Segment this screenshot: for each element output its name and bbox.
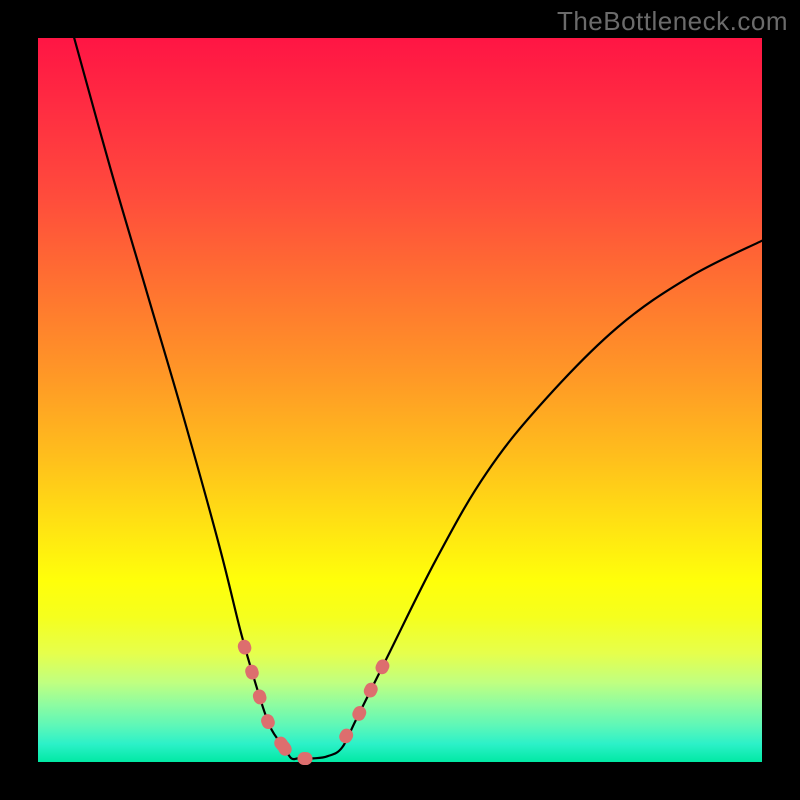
highlight-segment: [346, 653, 389, 736]
chart-frame: TheBottleneck.com: [0, 0, 800, 800]
bottleneck-curve: [74, 38, 762, 759]
plot-area: [38, 38, 762, 762]
highlight-group: [244, 646, 389, 759]
curve-svg: [38, 38, 762, 762]
highlight-segment: [244, 646, 284, 747]
brand-watermark: TheBottleneck.com: [557, 6, 788, 37]
